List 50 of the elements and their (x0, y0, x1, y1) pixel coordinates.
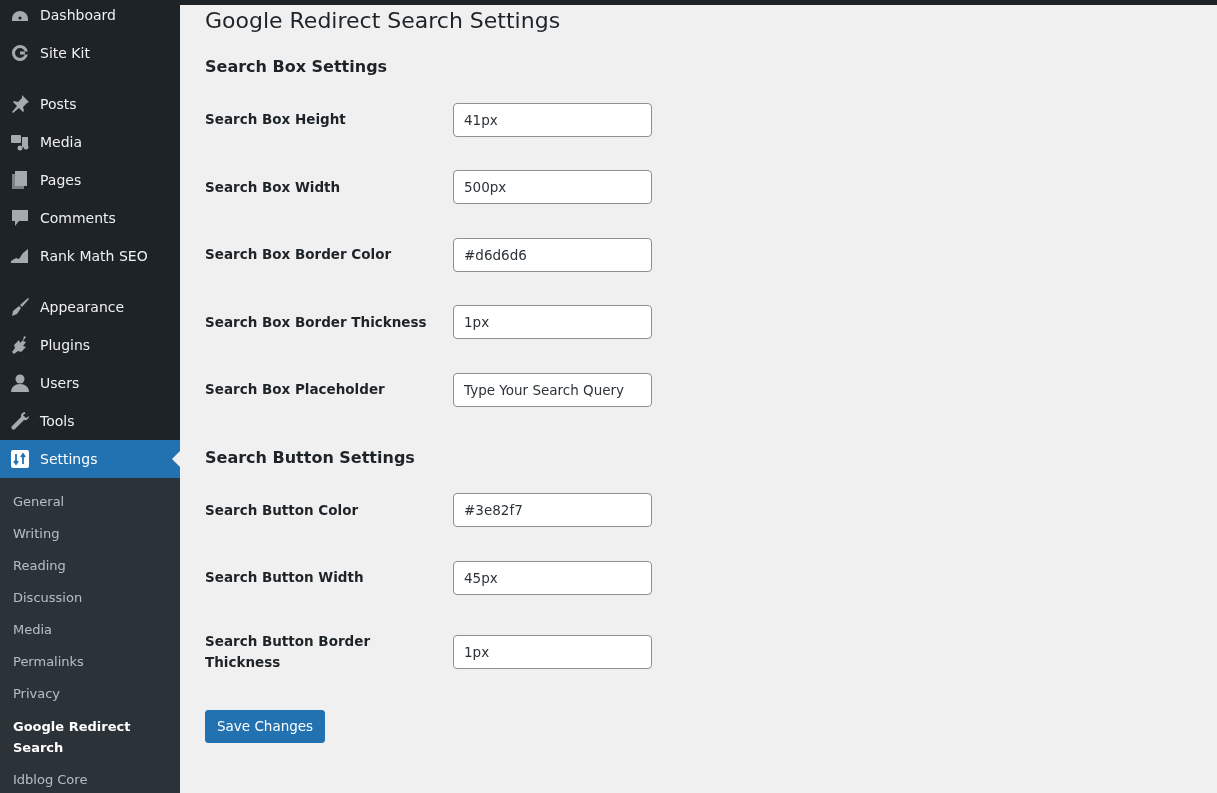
field-label: Search Box Height (205, 110, 347, 130)
sidebar-menu-item[interactable]: Settings (0, 440, 180, 478)
page-title: Google Redirect Search Settings (205, 8, 562, 33)
sidebar-menu-item[interactable]: Dashboard (0, 0, 180, 34)
letter-g-icon (10, 43, 30, 63)
user-icon (10, 373, 30, 393)
pages-icon (10, 170, 30, 190)
submenu-item[interactable]: Reading (0, 550, 180, 582)
field-label: Search Box Width (205, 177, 342, 197)
sidebar-menu-item[interactable]: Users (0, 364, 180, 402)
submenu-item[interactable]: Writing (0, 518, 180, 550)
sidebar-menu-item[interactable]: Plugins (0, 326, 180, 364)
submenu-item[interactable]: Idblog Core (0, 764, 180, 793)
field-label: Search Button Color (205, 500, 360, 520)
submenu-item[interactable]: Permalinks (0, 646, 180, 678)
camera-music-icon (10, 132, 30, 152)
submenu-item[interactable]: Privacy (0, 678, 180, 710)
input-field[interactable]: 500px (453, 170, 652, 205)
sliders-icon (10, 449, 30, 469)
sidebar-menu-item[interactable]: Tools (0, 402, 180, 440)
sidebar-menu-item[interactable]: Posts (0, 85, 180, 123)
input-field[interactable]: Type Your Search Query (453, 372, 652, 407)
sidebar-menu-item[interactable]: Site Kit (0, 34, 180, 72)
section-heading: Search Button Settings (205, 447, 416, 467)
field-label: Search Box Placeholder (205, 380, 386, 400)
submenu-item[interactable]: Discussion (0, 582, 180, 614)
sidebar-menu-item[interactable]: Appearance (0, 288, 180, 326)
submenu-item[interactable]: General (0, 486, 180, 518)
save-button[interactable]: Save Changes (205, 709, 326, 743)
sidebar-menu-item[interactable]: Pages (0, 161, 180, 199)
paintbrush-icon (10, 297, 30, 317)
submenu-item[interactable]: Media (0, 614, 180, 646)
field-label: Search Button Width (205, 568, 365, 588)
sidebar-menu-item[interactable]: Rank Math SEO (0, 237, 180, 275)
submenu-item[interactable]: Google Redirect Search (0, 710, 180, 764)
input-field[interactable]: 45px (453, 560, 652, 595)
input-field[interactable]: #d6d6d6 (453, 237, 652, 272)
sidebar-menu-item[interactable]: Comments (0, 199, 180, 237)
input-field[interactable]: 1px (453, 305, 652, 340)
sidebar-menu-item[interactable]: Media (0, 123, 180, 161)
input-field[interactable]: 1px (453, 634, 652, 669)
pushpin-icon (10, 94, 30, 114)
section-heading: Search Box Settings (205, 57, 389, 76)
input-field[interactable]: 41px (453, 102, 652, 137)
field-label: Search Box Border Thickness (205, 312, 428, 332)
wrench-icon (10, 411, 30, 431)
field-label: Search Button Border Thickness (205, 631, 372, 672)
speech-bubble-icon (10, 208, 30, 228)
field-label: Search Box Border Color (205, 245, 393, 265)
input-field[interactable]: #3e82f7 (453, 493, 652, 528)
